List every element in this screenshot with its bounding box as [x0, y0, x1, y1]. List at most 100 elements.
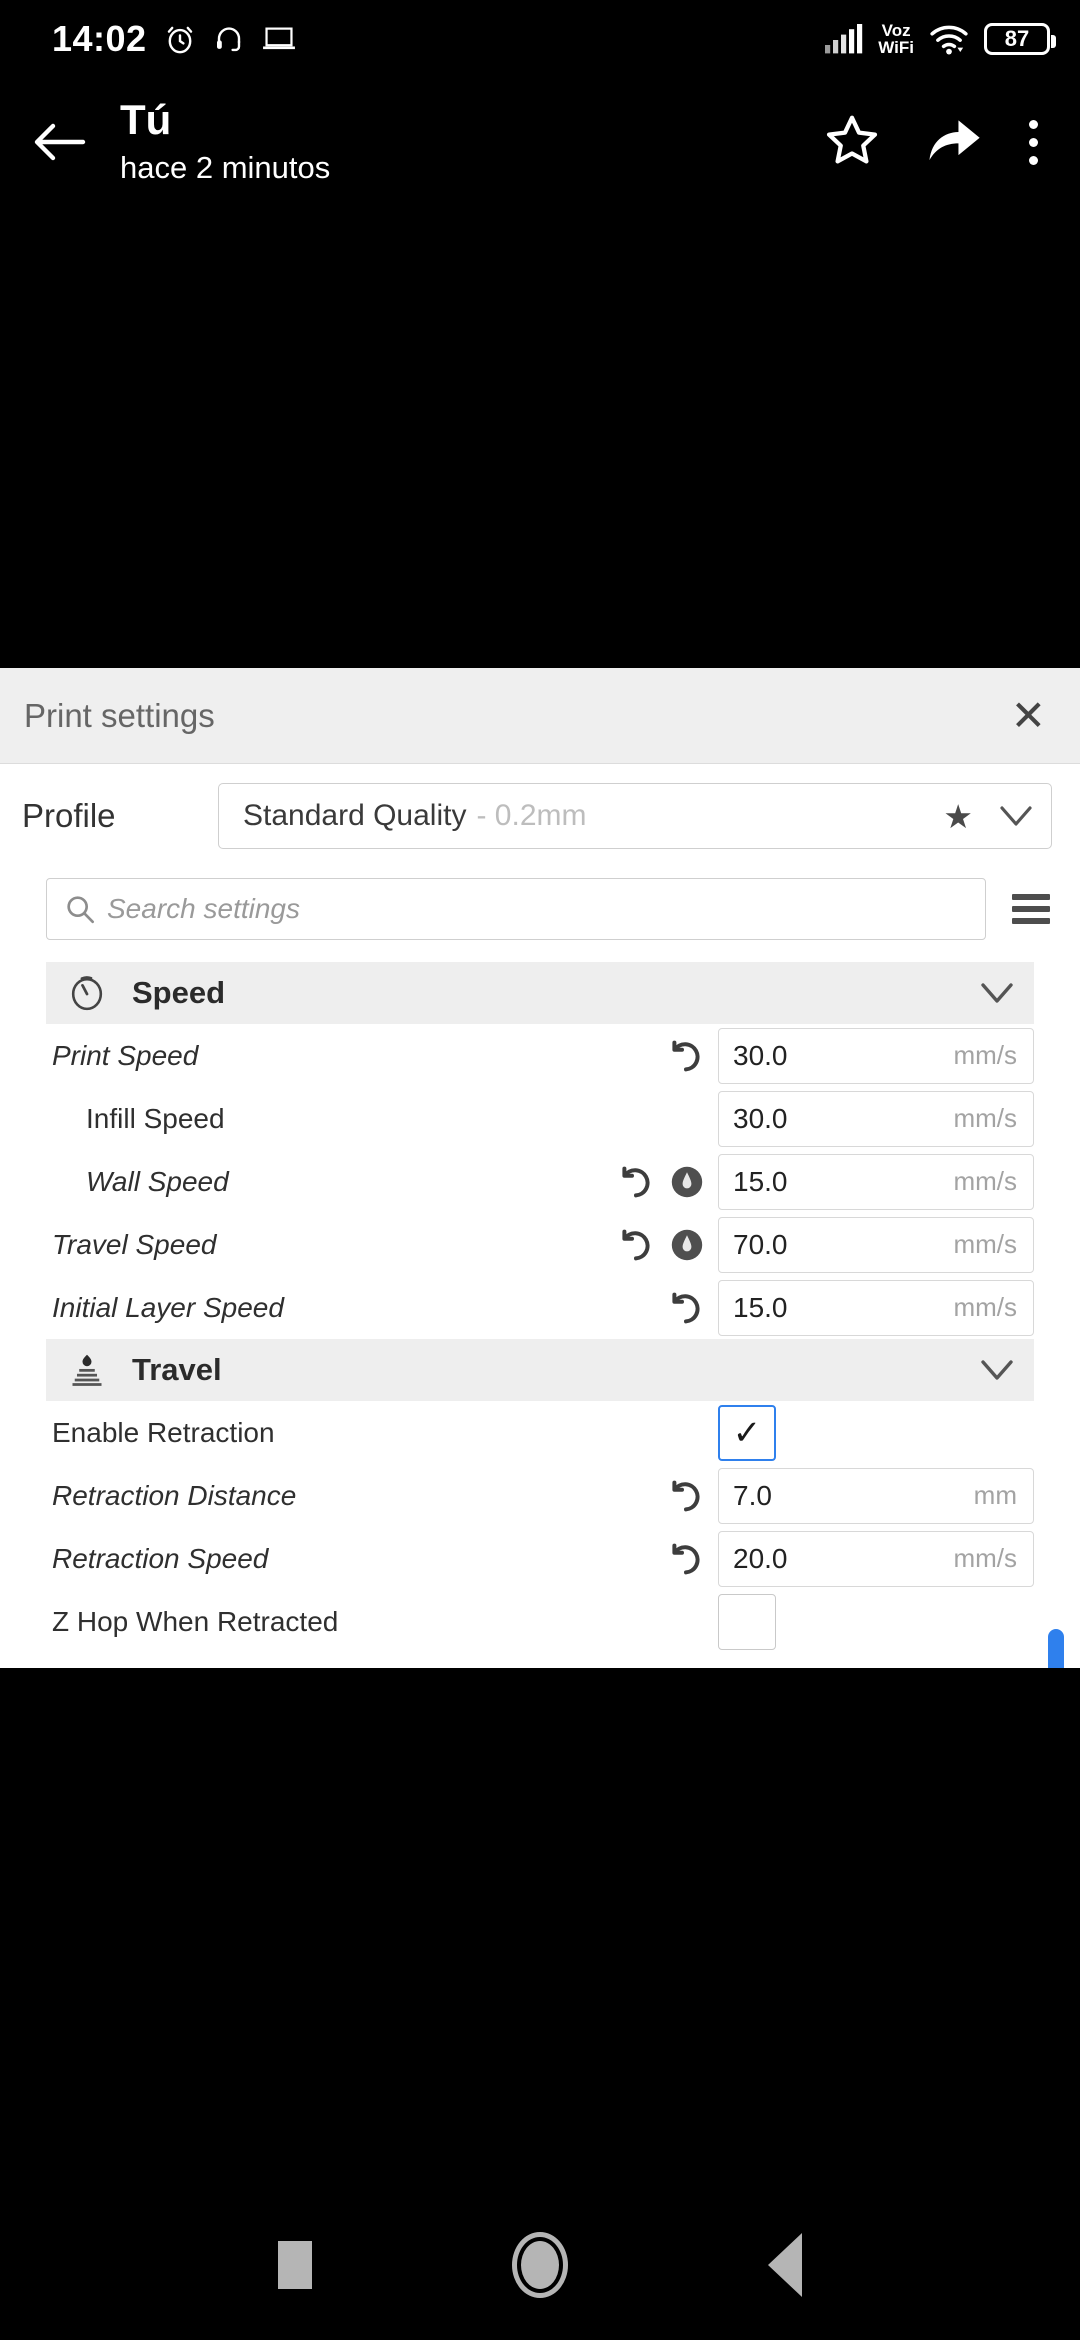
star-filled-icon[interactable]: ★	[943, 797, 973, 836]
setting-value-field[interactable]: 15.0 mm/s	[718, 1153, 1034, 1210]
revert-icon[interactable]	[668, 1542, 704, 1576]
setting-value-field[interactable]: 7.0 mm	[718, 1467, 1034, 1524]
profile-value: Standard Quality	[243, 799, 467, 832]
setting-icons	[618, 1228, 704, 1262]
overflow-menu-button[interactable]	[1029, 119, 1038, 165]
setting-value-field	[718, 1593, 1034, 1650]
android-nav-bar	[0, 2190, 1080, 2340]
circle-icon[interactable]	[512, 2232, 568, 2298]
back-button[interactable]	[0, 119, 120, 165]
triangle-left-icon[interactable]	[768, 2233, 802, 2297]
chevron-down-icon[interactable]	[980, 1359, 1014, 1381]
wifi-icon	[930, 25, 968, 55]
checkmark-icon: ✓	[732, 1413, 762, 1452]
setting-value: 20.0	[733, 1542, 788, 1574]
setting-label: Retraction Speed	[52, 1542, 269, 1574]
revert-icon[interactable]	[668, 1479, 704, 1513]
favorite-button[interactable]	[825, 114, 879, 171]
media-viewer[interactable]	[0, 200, 1080, 668]
share-button[interactable]	[925, 115, 983, 170]
setting-row[interactable]: Initial Layer Speed 15.0 mm/s	[46, 1276, 1034, 1339]
setting-unit: mm/s	[953, 1292, 1017, 1322]
setting-icons	[668, 1039, 704, 1073]
setting-row[interactable]: Travel Speed 70.0 mm/s	[46, 1213, 1034, 1276]
setting-label: Z Hop When Retracted	[52, 1605, 339, 1637]
arrow-left-icon	[34, 123, 86, 161]
laptop-icon	[262, 27, 295, 50]
setting-value-field[interactable]: 70.0 mm/s	[718, 1216, 1034, 1273]
setting-value-field[interactable]: 20.0 mm/s	[718, 1530, 1034, 1587]
setting-value: 15.0	[733, 1291, 788, 1323]
search-row: Search settings	[0, 868, 1080, 950]
headset-icon	[216, 27, 240, 52]
revert-icon[interactable]	[618, 1165, 654, 1199]
setting-value-field[interactable]: 15.0 mm/s	[718, 1279, 1034, 1336]
search-icon	[67, 896, 94, 924]
section-title: Travel	[132, 1352, 222, 1387]
setting-value: 30.0	[733, 1039, 788, 1071]
setting-row[interactable]: Enable Retraction ✓	[46, 1401, 1034, 1464]
setting-value-field: ✓	[718, 1404, 1034, 1461]
setting-unit: mm/s	[953, 1040, 1017, 1070]
setting-label: Enable Retraction	[52, 1416, 275, 1448]
section-header-travel[interactable]: Travel	[46, 1339, 1034, 1401]
profile-value-suffix: - 0.2mm	[476, 799, 587, 832]
revert-icon[interactable]	[668, 1039, 704, 1073]
more-vertical-icon	[1029, 119, 1038, 129]
status-clock: 14:02	[52, 18, 147, 59]
more-vertical-icon	[1029, 137, 1038, 147]
speedometer-icon	[71, 976, 103, 1011]
setting-label: Infill Speed	[86, 1102, 225, 1134]
inherit-profile-icon[interactable]	[670, 1165, 704, 1199]
setting-icons	[668, 1542, 704, 1576]
chevron-down-icon[interactable]	[980, 982, 1014, 1004]
vertical-scrollbar[interactable]	[1048, 1629, 1064, 1668]
setting-label: Wall Speed	[86, 1165, 229, 1197]
square-icon[interactable]	[278, 2241, 312, 2289]
print-settings-panel: Print settings ✕ Profile Standard Qualit…	[0, 668, 1080, 1668]
revert-icon[interactable]	[618, 1228, 654, 1262]
status-bar-right: Voz WiFi 87	[824, 21, 1056, 57]
phone-screen: 14:02 Voz WiFi 87 Tú hace 2 minutos Prin…	[0, 0, 1080, 2340]
setting-unit: mm/s	[953, 1166, 1017, 1196]
more-vertical-icon	[1029, 155, 1038, 165]
app-bar-actions	[825, 114, 1080, 171]
revert-icon[interactable]	[668, 1291, 704, 1325]
search-input[interactable]: Search settings	[46, 878, 986, 940]
voice-wifi-label: Voz WiFi	[878, 21, 914, 57]
setting-icons	[668, 1479, 704, 1513]
setting-row[interactable]: Wall Speed 15.0 mm/s	[46, 1150, 1034, 1213]
setting-row[interactable]: Retraction Distance 7.0 mm	[46, 1464, 1034, 1527]
setting-row[interactable]: Print Speed 30.0 mm/s	[46, 1024, 1034, 1087]
close-icon[interactable]: ✕	[1011, 694, 1046, 737]
setting-unit: mm/s	[953, 1543, 1017, 1573]
setting-checkbox[interactable]	[718, 1593, 776, 1650]
setting-row[interactable]: Infill Speed 30.0 mm/s	[46, 1087, 1034, 1150]
setting-checkbox[interactable]: ✓	[718, 1404, 776, 1461]
setting-label: Travel Speed	[52, 1228, 217, 1260]
status-bar: 14:02 Voz WiFi 87	[0, 0, 1080, 78]
setting-value: 15.0	[733, 1165, 788, 1197]
share-arrow-icon	[929, 119, 980, 160]
setting-value: 70.0	[733, 1228, 788, 1260]
setting-value-field[interactable]: 30.0 mm/s	[718, 1027, 1034, 1084]
app-bar: Tú hace 2 minutos	[0, 84, 1080, 200]
settings-list: Speed Print Speed 30.0 mm/s Infill Speed…	[46, 962, 1064, 1668]
status-bar-left: 14:02	[52, 18, 297, 60]
section-header-speed[interactable]: Speed	[46, 962, 1034, 1024]
setting-row[interactable]: Retraction Speed 20.0 mm/s	[46, 1527, 1034, 1590]
setting-unit: mm/s	[953, 1229, 1017, 1259]
profile-select[interactable]: Standard Quality - 0.2mm ★	[218, 783, 1052, 849]
signal-bars-icon	[825, 24, 863, 54]
inherit-profile-icon[interactable]	[670, 1228, 704, 1262]
setting-row[interactable]: Z Hop When Retracted	[46, 1590, 1034, 1653]
chevron-down-icon[interactable]	[999, 805, 1033, 827]
setting-value-field[interactable]: 30.0 mm/s	[718, 1090, 1034, 1147]
hamburger-menu-icon[interactable]	[1012, 894, 1050, 924]
star-outline-icon	[826, 115, 878, 164]
setting-unit: mm	[973, 1480, 1017, 1510]
page-subtitle: hace 2 minutos	[120, 150, 331, 185]
setting-label: Retraction Distance	[52, 1479, 297, 1511]
setting-icons	[618, 1165, 704, 1199]
battery-indicator: 87	[984, 23, 1056, 55]
